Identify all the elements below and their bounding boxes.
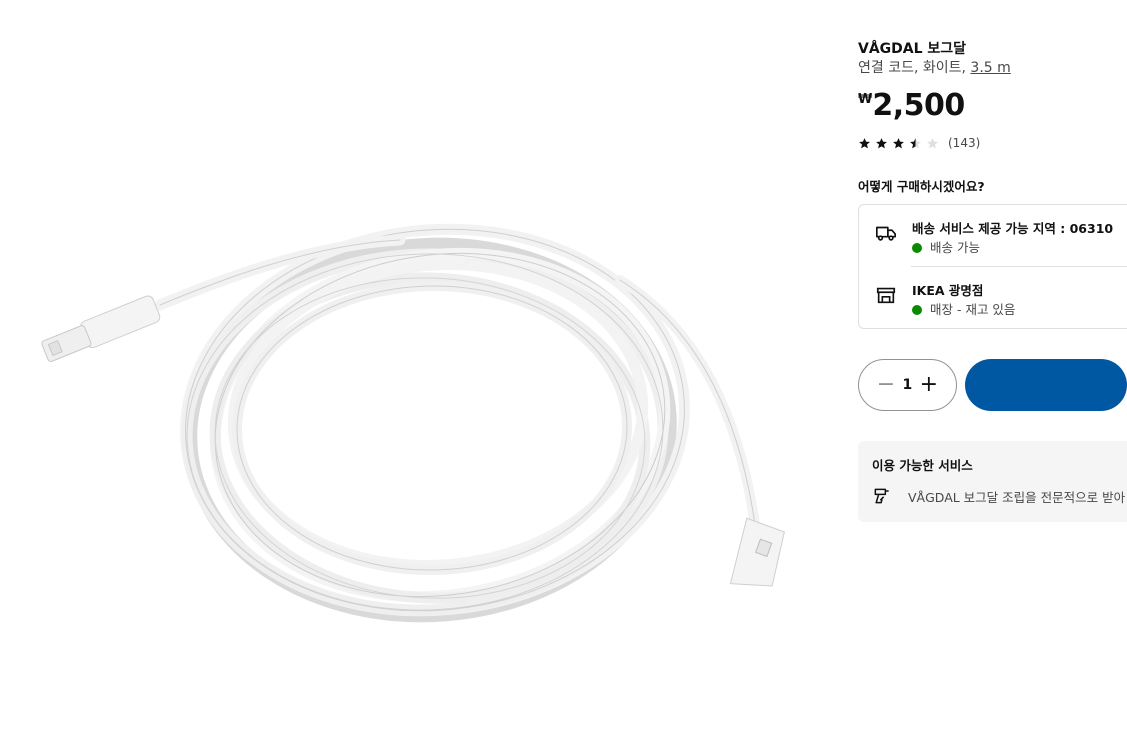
- star-icon: [893, 137, 904, 148]
- review-count: (143): [948, 136, 981, 150]
- quantity-stepper: − 1 +: [858, 359, 957, 411]
- product-image[interactable]: [20, 20, 810, 730]
- delivery-title: 배송 서비스 제공 가능 지역 : 06310: [912, 221, 1114, 236]
- purchase-heading: 어떻게 구매하시겠어요?: [858, 179, 985, 194]
- product-length-link[interactable]: 3.5 m: [970, 60, 1010, 76]
- purchase-options-card: 배송 서비스 제공 가능 지역 : 06310 배송 가능 IKEA 광명점 매…: [858, 204, 1127, 329]
- store-title: IKEA 광명점: [912, 283, 984, 298]
- cable-illustration: [41, 223, 785, 623]
- available-dot: [912, 243, 922, 253]
- star-icon: [876, 137, 887, 148]
- product-description-text: 연결 코드, 화이트,: [858, 60, 971, 76]
- price: ₩ 2,500: [858, 89, 1127, 125]
- assembly-service[interactable]: VÅGDAL 보그달 조립을 전문적으로 받아: [872, 486, 1127, 506]
- price-amount: 2,500: [872, 88, 965, 123]
- quantity-value[interactable]: 1: [903, 377, 913, 393]
- empty-star-icon: [927, 137, 938, 148]
- services-heading: 이용 가능한 서비스: [872, 458, 973, 473]
- add-to-cart-button[interactable]: [964, 359, 1127, 411]
- store-icon: [876, 287, 896, 304]
- product-page: VÅGDAL 보그달 연결 코드, 화이트, 3.5 m ₩ 2,500 (14…: [0, 0, 1127, 750]
- in-stock-dot: [912, 305, 922, 315]
- increase-quantity-button[interactable]: +: [918, 374, 940, 396]
- assembly-service-text: VÅGDAL 보그달 조립을 전문적으로 받아: [908, 489, 1126, 505]
- store-status: 매장 - 재고 있음: [912, 302, 1015, 318]
- add-to-cart-row: − 1 +: [858, 359, 1127, 411]
- delivery-status: 배송 가능: [912, 240, 1113, 256]
- star-icon: [859, 137, 870, 148]
- delivery-option[interactable]: 배송 서비스 제공 가능 지역 : 06310 배송 가능: [859, 205, 1127, 266]
- product-description: 연결 코드, 화이트, 3.5 m: [858, 58, 1127, 78]
- truck-icon: [876, 226, 896, 241]
- product-name: VÅGDAL 보그달: [858, 41, 967, 57]
- delivery-status-text: 배송 가능: [930, 240, 980, 255]
- store-option[interactable]: IKEA 광명점 매장 - 재고 있음: [876, 266, 1127, 328]
- available-services: 이용 가능한 서비스 VÅGDAL 보그달 조립을 전문적으로 받아: [858, 441, 1127, 522]
- drill-icon: [874, 488, 889, 504]
- rating[interactable]: (143): [858, 135, 1127, 151]
- store-status-text: 매장 - 재고 있음: [930, 302, 1016, 317]
- decrease-quantity-button[interactable]: −: [875, 374, 897, 396]
- product-info: VÅGDAL 보그달 연결 코드, 화이트, 3.5 m ₩ 2,500 (14…: [858, 40, 1127, 522]
- half-star-icon: [910, 137, 921, 148]
- currency-symbol: ₩: [858, 92, 873, 107]
